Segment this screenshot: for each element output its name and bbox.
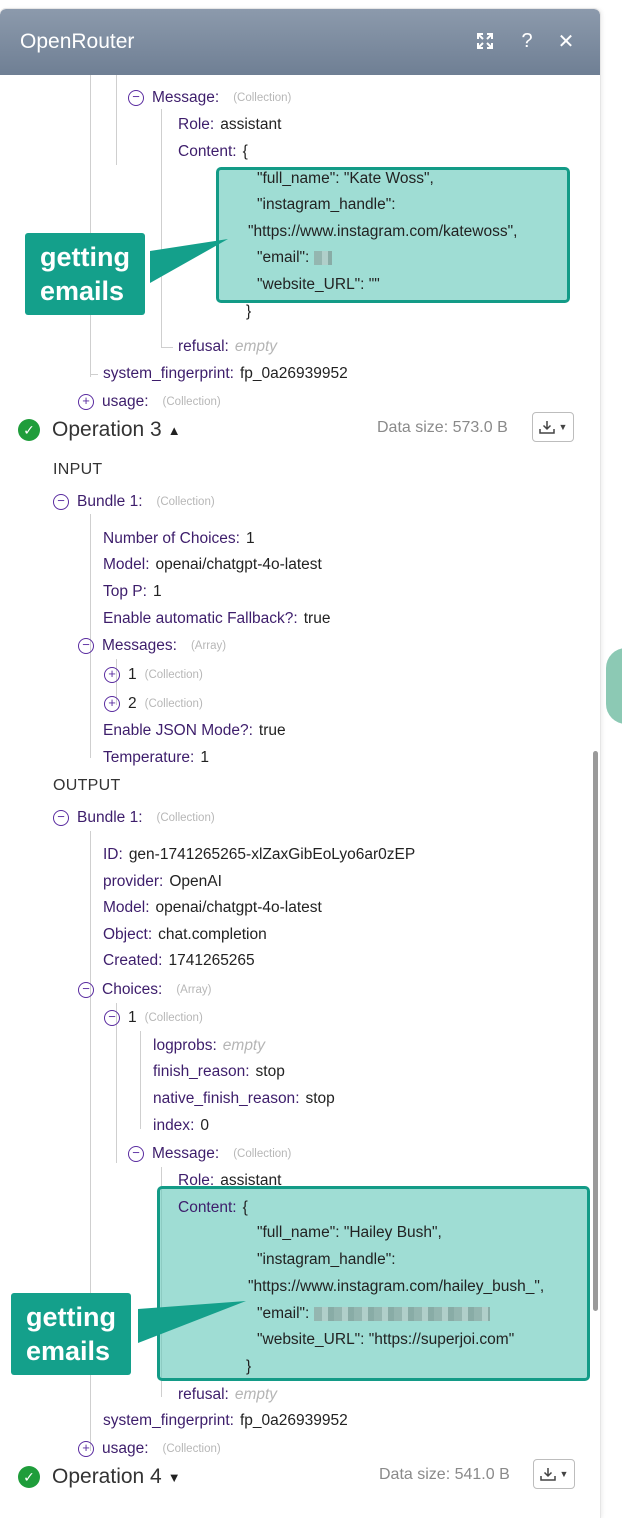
message-2-node[interactable]: + 2 (Collection) <box>104 691 203 717</box>
choices-node[interactable]: − Choices: (Array) <box>78 977 211 1003</box>
collapse-icon[interactable]: − <box>128 1146 144 1162</box>
success-check-icon: ✓ <box>18 1466 40 1488</box>
system-fingerprint-row: system_fingerprint: fp_0a26939952 <box>103 1412 348 1429</box>
json-line: "https://www.instagram.com/hailey_bush_"… <box>248 1278 545 1295</box>
json-line: "full_name": "Kate Woss", <box>257 170 434 187</box>
close-icon[interactable]: ✕ <box>552 27 580 55</box>
usage-node[interactable]: + usage: (Collection) <box>78 389 221 415</box>
native-finish-reason-row: native_finish_reason: stop <box>153 1090 335 1107</box>
input-bundle-node[interactable]: − Bundle 1: (Collection) <box>53 489 215 515</box>
side-bubble <box>606 648 622 724</box>
json-close: } <box>246 1358 252 1375</box>
callout-pointer <box>150 239 228 283</box>
input-section-label: INPUT <box>53 461 103 478</box>
json-line: "https://www.instagram.com/katewoss", <box>248 223 518 240</box>
json-line: "full_name": "Hailey Bush", <box>257 1224 442 1241</box>
data-size: Data size: 573.0 B <box>377 419 508 436</box>
message-1-node[interactable]: + 1 (Collection) <box>104 662 203 688</box>
output-message-node[interactable]: − Message: (Collection) <box>128 1141 291 1167</box>
refusal-row: refusal: empty <box>178 1386 278 1403</box>
json-mode-row: Enable JSON Mode?: true <box>103 722 286 739</box>
finish-reason-row: finish_reason: stop <box>153 1063 285 1080</box>
collapse-icon[interactable]: − <box>104 1010 120 1026</box>
model-row: Model: openai/chatgpt-4o-latest <box>103 899 322 916</box>
role-row: Role: assistant <box>178 116 282 133</box>
created-row: Created:1741265265 <box>103 952 255 969</box>
number-of-choices-row: Number of Choices:1 <box>103 530 255 547</box>
tree-guide <box>90 75 91 377</box>
refusal-row: refusal: empty <box>178 338 278 355</box>
data-size: Data size: 541.0 B <box>379 1466 510 1483</box>
title-bar: OpenRouter ? ✕ <box>0 9 600 75</box>
tree-guide <box>161 109 162 347</box>
window-title: OpenRouter <box>20 30 135 53</box>
object-row: Object: chat.completion <box>103 926 267 943</box>
index-row: index:0 <box>153 1117 209 1134</box>
system-fingerprint-row: system_fingerprint: fp_0a26939952 <box>103 365 348 382</box>
operation-4-header[interactable]: ✓ Operation 4 ▼ <box>18 1462 181 1492</box>
json-line: "email": <box>257 1305 490 1323</box>
operation-inspector-window: OpenRouter ? ✕ − Message: (Collection) R… <box>0 9 600 1518</box>
collapse-icon[interactable]: − <box>128 90 144 106</box>
logprobs-row: logprobs: empty <box>153 1037 265 1054</box>
dropdown-caret-icon: ▼ <box>559 1469 569 1479</box>
callout-pointer <box>138 1301 246 1343</box>
scrollbar[interactable] <box>593 751 598 1311</box>
output-section-label: OUTPUT <box>53 777 121 794</box>
usage-node[interactable]: + usage: (Collection) <box>78 1436 221 1462</box>
getting-emails-callout: getting emails <box>25 233 145 315</box>
message-node[interactable]: − Message: (Collection) <box>128 85 291 111</box>
download-button[interactable]: ▼ <box>532 412 574 442</box>
success-check-icon: ✓ <box>18 419 40 441</box>
getting-emails-callout: getting emails <box>11 1293 131 1375</box>
help-icon[interactable]: ? <box>513 27 541 55</box>
top-p-row: Top P:1 <box>103 583 162 600</box>
content-row: Content:{ <box>178 1199 248 1216</box>
collapse-icon[interactable]: − <box>53 494 69 510</box>
tree-guide <box>116 75 117 165</box>
collapse-icon[interactable]: − <box>78 638 94 654</box>
output-bundle-node[interactable]: − Bundle 1: (Collection) <box>53 805 215 831</box>
collapse-icon[interactable]: − <box>53 810 69 826</box>
redacted-email <box>313 250 332 265</box>
caret-up-icon[interactable]: ▲ <box>168 423 181 438</box>
content-row: Content:{ <box>178 143 248 160</box>
json-line: "website_URL": "" <box>257 276 380 293</box>
download-button[interactable]: ▼ <box>533 1459 575 1489</box>
operation-3-header[interactable]: ✓ Operation 3 ▲ <box>18 415 181 445</box>
temperature-row: Temperature:1 <box>103 749 209 766</box>
json-line: "email": <box>257 249 332 267</box>
redacted-email <box>313 1306 490 1321</box>
provider-row: provider: OpenAI <box>103 873 222 890</box>
dropdown-caret-icon: ▼ <box>558 422 568 432</box>
messages-node[interactable]: − Messages: (Array) <box>78 633 226 659</box>
json-line: "website_URL": "https://superjoi.com" <box>257 1331 515 1348</box>
choice-1-node[interactable]: − 1 (Collection) <box>104 1005 203 1031</box>
expand-icon[interactable] <box>471 27 499 55</box>
expand-icon[interactable]: + <box>104 696 120 712</box>
expand-icon[interactable]: + <box>78 1441 94 1457</box>
caret-down-icon[interactable]: ▼ <box>168 1470 181 1485</box>
tree-guide <box>140 1031 141 1129</box>
fallback-row: Enable automatic Fallback?: true <box>103 610 331 627</box>
expand-icon[interactable]: + <box>104 667 120 683</box>
id-row: ID: gen-1741265265-xlZaxGibEoLyo6ar0zEP <box>103 846 416 863</box>
json-close: } <box>246 303 252 320</box>
json-line: "instagram_handle": <box>257 196 396 213</box>
expand-icon[interactable]: + <box>78 394 94 410</box>
collapse-icon[interactable]: − <box>78 982 94 998</box>
json-line: "instagram_handle": <box>257 1251 396 1268</box>
model-row: Model: openai/chatgpt-4o-latest <box>103 556 322 573</box>
